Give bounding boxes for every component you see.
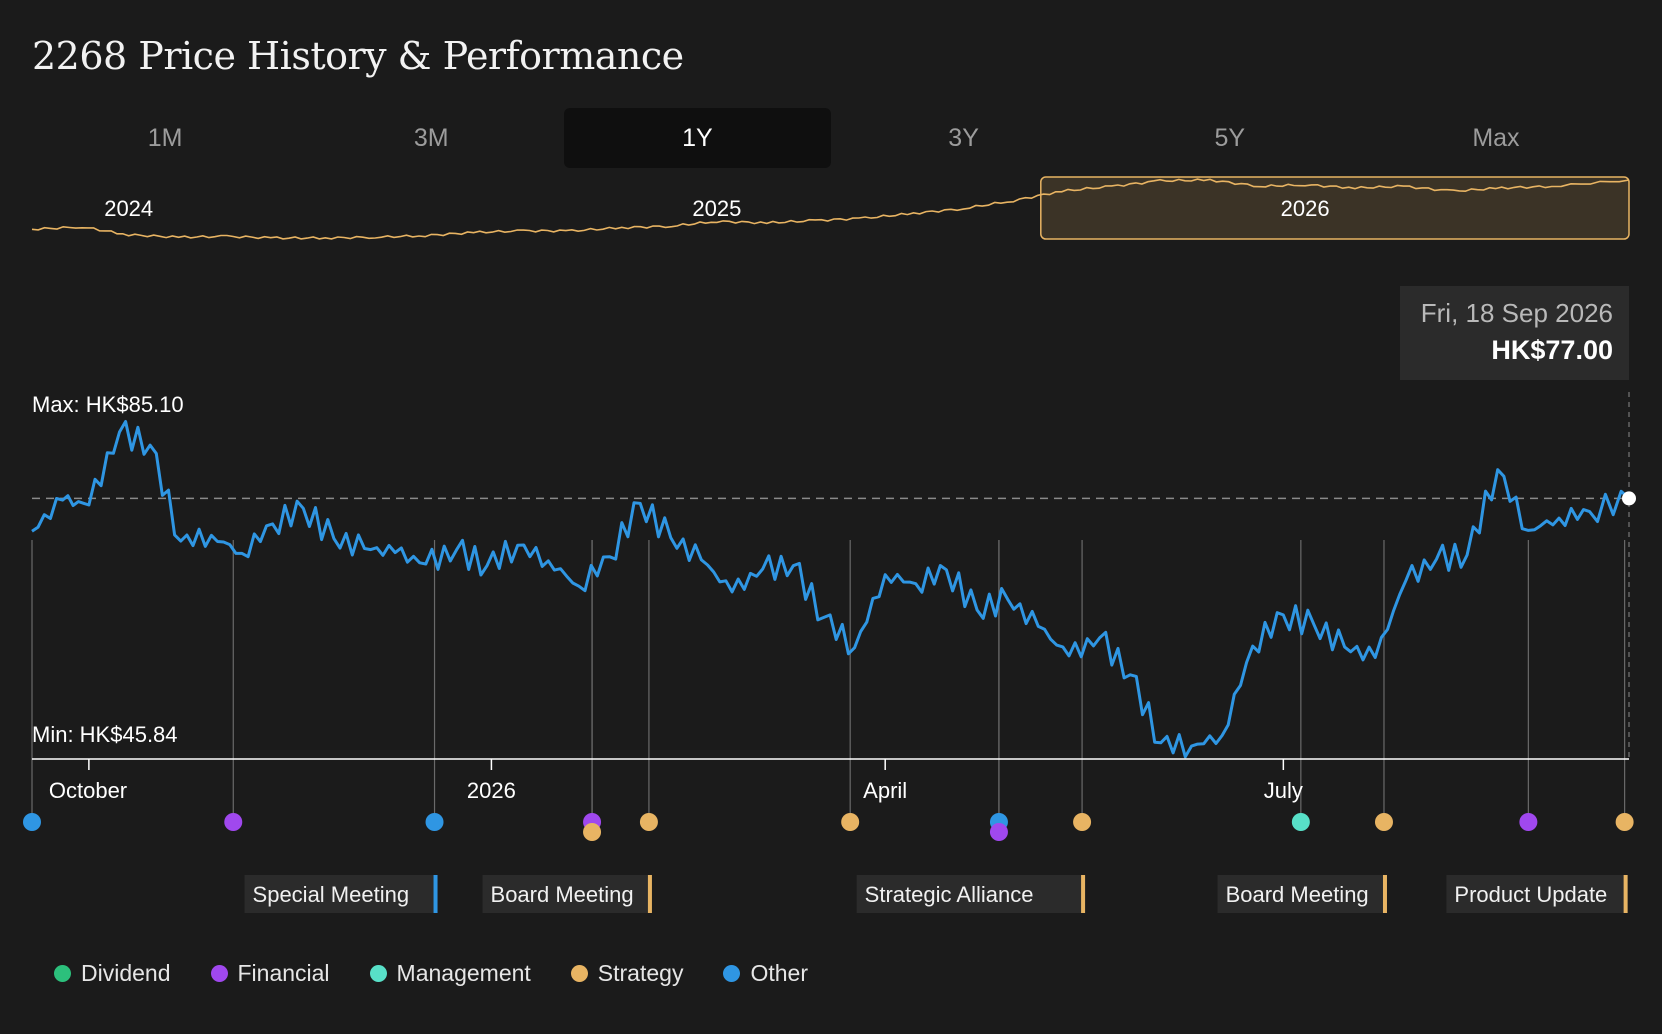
- x-tick-label: 2026: [467, 778, 516, 803]
- event-label-accent: [1382, 875, 1387, 913]
- tooltip-price: HK$77.00: [1491, 335, 1613, 365]
- event-label-text: Board Meeting: [491, 882, 634, 907]
- management-dot-icon: [369, 965, 387, 982]
- event-dot-strategy: [639, 813, 658, 831]
- financial-dot-icon: [210, 965, 228, 982]
- legend-label: Financial: [237, 960, 330, 986]
- legend-label: Management: [396, 960, 531, 986]
- tooltip-date: Fri, 18 Sep 2026: [1420, 298, 1613, 328]
- event-dot-financial: [224, 813, 243, 831]
- legend: Dividend Financial Management Strategy O…: [54, 960, 808, 987]
- price-chart: 2024 2025 2026 Max: HK$85.10 Min: HK$45.84 Oc…: [23, 176, 1636, 913]
- min-price-label: Min: HK$45.84: [32, 722, 178, 747]
- max-price-label: Max: HK$85.10: [32, 392, 184, 417]
- other-dot-icon: [723, 965, 741, 982]
- legend-label: Strategy: [597, 960, 684, 986]
- legend-item-strategy[interactable]: Strategy: [570, 960, 684, 987]
- legend-label: Other: [750, 960, 808, 986]
- strategy-dot-icon: [570, 965, 588, 982]
- event-label-text: Board Meeting: [1226, 882, 1369, 907]
- event-label-text: Product Update: [1454, 882, 1607, 907]
- event-dot-strategy: [841, 813, 860, 831]
- event-dot-financial: [1519, 813, 1538, 831]
- event-dot-management: [1291, 813, 1310, 831]
- event-label-accent: [1081, 875, 1086, 913]
- event-dot-financial: [989, 823, 1008, 841]
- overview-year-label: 2024: [104, 196, 153, 221]
- x-tick-label: October: [49, 778, 127, 803]
- event-dot-strategy: [1615, 813, 1634, 831]
- overview-year-label: 2025: [692, 196, 741, 221]
- event-label-accent: [647, 875, 652, 913]
- event-dot-strategy: [1374, 813, 1393, 831]
- event-dot-other: [23, 813, 41, 831]
- price-tooltip: Fri, 18 Sep 2026 HK$77.00: [1400, 286, 1629, 380]
- event-dot-strategy: [1073, 813, 1092, 831]
- current-price-marker: [1622, 491, 1636, 506]
- legend-item-financial[interactable]: Financial: [210, 960, 330, 987]
- event-dot-strategy: [583, 823, 602, 841]
- price-series-line: [31, 420, 1631, 759]
- legend-item-management[interactable]: Management: [369, 960, 531, 987]
- overview-year-label: 2026: [1281, 196, 1330, 221]
- event-label-text: Special Meeting: [253, 882, 410, 907]
- event-label-accent: [1623, 875, 1628, 913]
- legend-label: Dividend: [81, 960, 171, 986]
- event-dot-other: [425, 813, 444, 831]
- dividend-dot-icon: [54, 965, 71, 982]
- event-label-accent: [433, 875, 438, 913]
- x-tick-label: April: [863, 778, 907, 803]
- legend-item-other[interactable]: Other: [723, 960, 808, 987]
- event-label-text: Strategic Alliance: [865, 882, 1034, 907]
- legend-item-dividend[interactable]: Dividend: [54, 960, 171, 987]
- x-tick-label: July: [1264, 778, 1303, 803]
